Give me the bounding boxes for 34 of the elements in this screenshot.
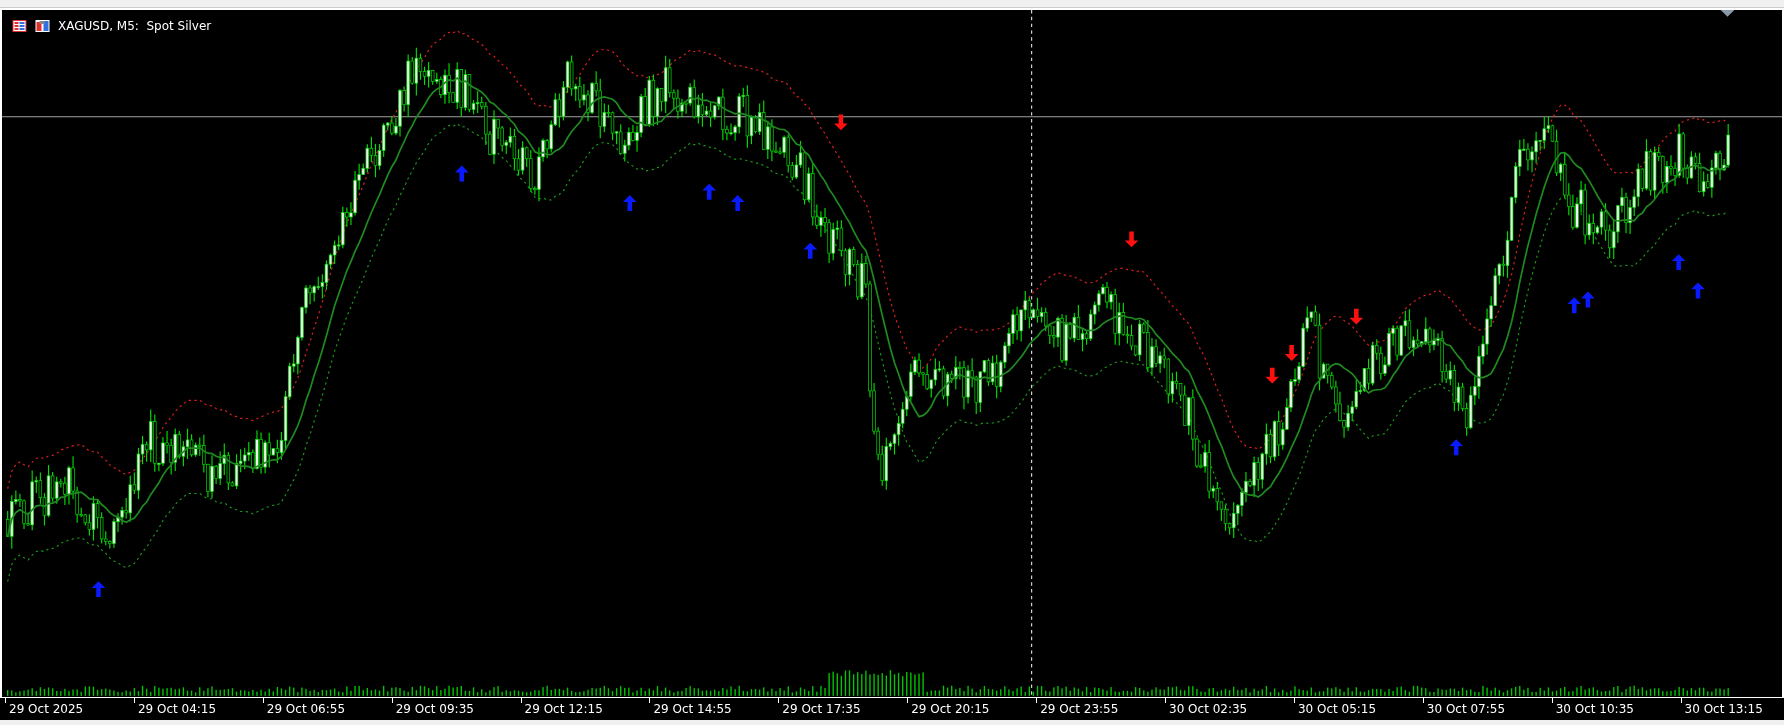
- time-axis-label: 29 Oct 20:15: [911, 702, 990, 716]
- time-axis-label: 29 Oct 2025: [9, 702, 84, 716]
- time-axis-label: 30 Oct 10:35: [1555, 702, 1634, 716]
- time-axis-label: 29 Oct 23:55: [1040, 702, 1119, 716]
- up-arrow-icon: [1567, 297, 1582, 314]
- up-arrow-icon: [1581, 291, 1595, 308]
- time-axis-label: 30 Oct 13:15: [1684, 702, 1763, 716]
- up-arrow-icon: [622, 195, 637, 211]
- time-axis-label: 29 Oct 12:15: [524, 702, 603, 716]
- dropdown-triangle-icon: [1720, 10, 1735, 17]
- time-axis-label: 29 Oct 09:35: [395, 702, 474, 716]
- time-axis-label: 30 Oct 05:15: [1297, 702, 1377, 716]
- up-arrow-icon: [730, 195, 745, 211]
- up-arrow-icon: [91, 581, 106, 598]
- down-arrow-icon: [1349, 308, 1364, 325]
- window-title: XAGUSD, M5: Spot Silver: [58, 19, 212, 33]
- time-axis-label: 29 Oct 14:55: [653, 702, 732, 716]
- down-arrow-icon: [834, 114, 848, 131]
- down-arrow-icon: [1265, 367, 1280, 384]
- down-arrow-icon: [1284, 345, 1299, 361]
- bar-chart-icon: [35, 20, 50, 32]
- up-arrow-icon: [1671, 254, 1686, 271]
- time-axis-label: 30 Oct 02:35: [1169, 702, 1248, 716]
- time-axis-label: 29 Oct 04:15: [137, 702, 217, 716]
- up-arrow-icon: [1691, 282, 1705, 299]
- time-axis-label: 29 Oct 06:55: [266, 702, 345, 716]
- grid-icon: [12, 20, 27, 32]
- up-arrow-icon: [803, 242, 818, 259]
- up-arrow-icon: [454, 165, 469, 182]
- up-arrow-icon: [1449, 439, 1463, 456]
- time-axis-label: 30 Oct 07:55: [1426, 702, 1506, 716]
- up-arrow-icon: [702, 183, 717, 200]
- time-axis-label: 29 Oct 17:35: [782, 702, 861, 716]
- down-arrow-icon: [1124, 231, 1139, 248]
